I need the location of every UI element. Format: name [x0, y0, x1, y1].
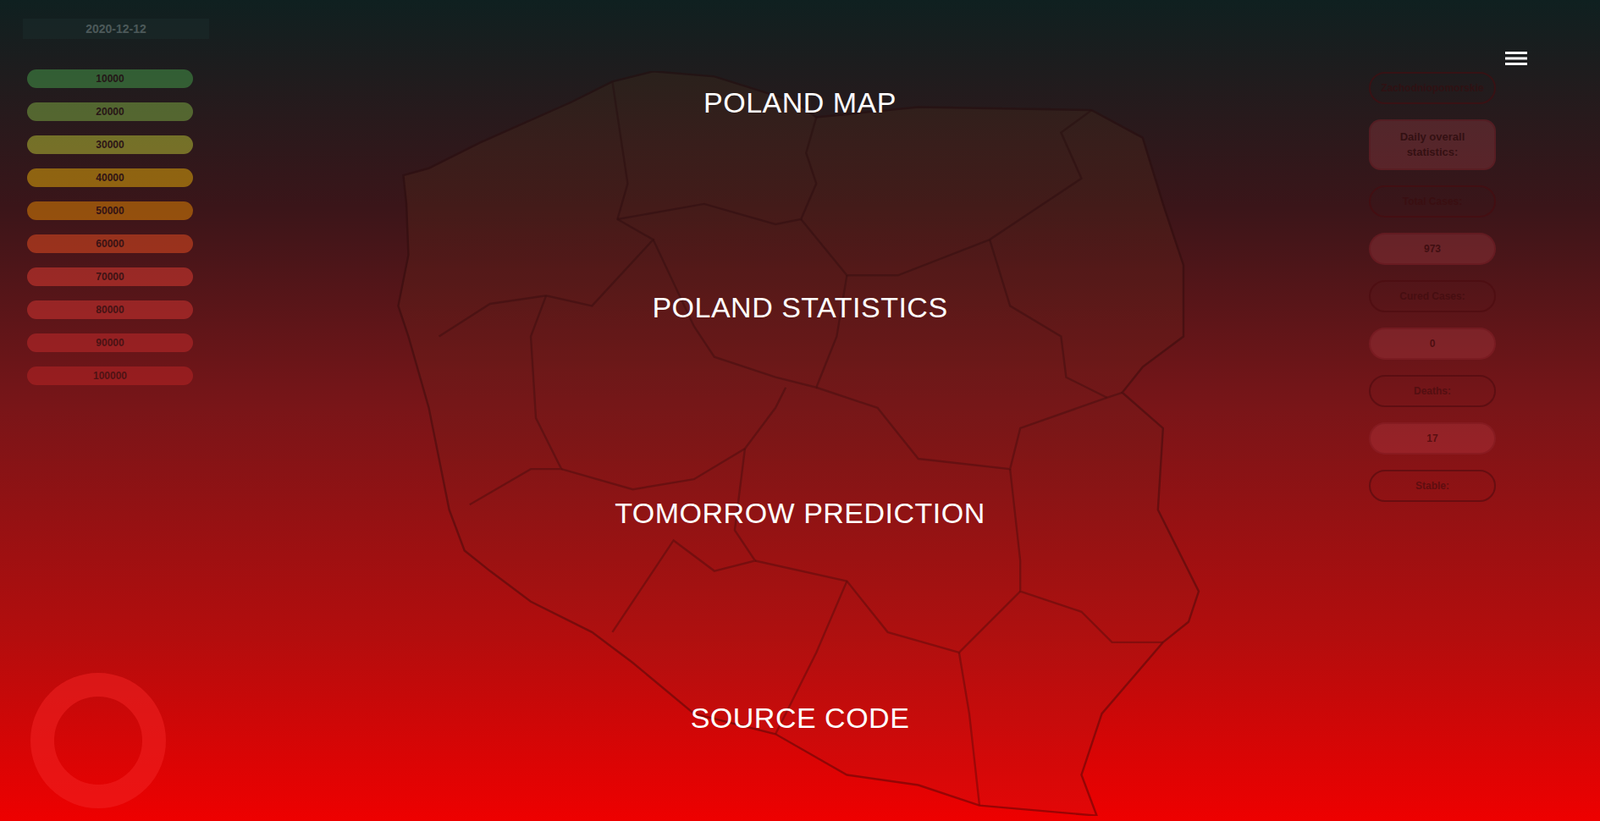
stat-label: Deaths:: [1368, 375, 1496, 408]
date-display[interactable]: 2020-12-12: [22, 18, 210, 39]
menu-item[interactable]: POLAND MAP: [693, 81, 907, 125]
region-border: [755, 561, 1021, 653]
legend-item: 20000: [27, 102, 194, 122]
stats-panel: Zachodniopomorskie Daily overall statisti…: [1368, 18, 1496, 503]
stat-label: Total Cases:: [1368, 185, 1496, 218]
menu-item[interactable]: POLAND STATISTICS: [641, 286, 958, 330]
region-border: [617, 117, 817, 225]
legend-item: 80000: [27, 300, 194, 320]
region-border: [816, 387, 1122, 469]
legend-item: 40000: [27, 168, 194, 188]
region-border: [469, 295, 562, 505]
region-border: [989, 239, 1108, 398]
legend-item: 100000: [27, 366, 194, 386]
stats-heading: Daily overall statistics:: [1368, 119, 1496, 171]
menu-button[interactable]: [1505, 51, 1528, 66]
stat-value: 0: [1368, 327, 1496, 360]
legend-panel: 2020-12-12 10000 20000 30000 40000 50000 60000…: [22, 18, 210, 503]
menu-item[interactable]: TOMORROW PREDICTION: [604, 491, 996, 536]
country-outline: [397, 71, 1199, 816]
legend-item: 60000: [27, 234, 194, 254]
legend-item: 50000: [27, 201, 194, 221]
page: 2020-12-12 10000 20000 30000 40000 50000 60000…: [0, 0, 1600, 821]
legend-item: 10000: [27, 69, 194, 89]
region-border: [800, 110, 1092, 276]
region-name: Zachodniopomorskie: [1368, 71, 1496, 105]
stat-value: 17: [1368, 422, 1496, 455]
stat-value: 973: [1368, 232, 1496, 265]
legend-item: 30000: [27, 135, 194, 155]
stat-label: Cured Cases:: [1368, 280, 1496, 313]
region-border: [612, 448, 756, 633]
menu-item[interactable]: SOURCE CODE: [680, 696, 921, 740]
loading-ring: [30, 673, 166, 809]
legend-item: 70000: [27, 267, 194, 287]
menu-overlay: POLAND MAP POLAND STATISTICS TOMORROW PRED…: [0, 0, 1600, 821]
legend-item: 90000: [27, 333, 194, 353]
region-border: [959, 652, 980, 806]
region-border: [1009, 468, 1164, 643]
region-border: [561, 387, 786, 490]
legend-list: 10000 20000 30000 40000 50000 60000 70000 80000…: [22, 69, 210, 386]
hamburger-icon: [1505, 51, 1528, 66]
stat-label: Stable:: [1368, 469, 1496, 503]
